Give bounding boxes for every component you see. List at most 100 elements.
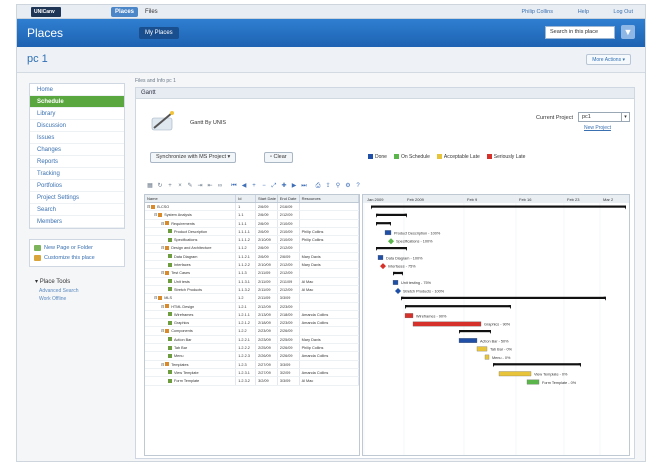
col-id[interactable]: Id (236, 195, 256, 202)
table-row[interactable]: Unit tests 1.1.3.1 2/11/09 2/11/09 Al Mac (145, 277, 359, 286)
task-name: HTML Design (171, 304, 195, 309)
start-date-cell: 2/6/09 (256, 211, 278, 219)
tab-files[interactable]: Files (141, 7, 162, 17)
fit-icon[interactable]: ⤢ (270, 182, 278, 190)
collapse-icon[interactable]: ⊟ (161, 363, 164, 367)
sidebar-item-library[interactable]: Library (30, 108, 124, 120)
next-icon[interactable]: ▶ (290, 182, 298, 190)
task-id-cell: 1.1.2 (236, 244, 257, 252)
col-resources[interactable]: Resources (300, 195, 359, 202)
user-name-link[interactable]: Philip Collins (522, 7, 554, 17)
place-tool-1[interactable]: Work Offline (35, 295, 125, 303)
delete-icon[interactable]: × (176, 182, 184, 190)
table-row[interactable]: Action Bar 1.2.2.1 2/23/09 2/25/09 Mary Davi… (145, 335, 359, 345)
table-row[interactable]: Interfaces 1.1.2.2 2/10/09 2/12/09 Mary Davi… (145, 261, 359, 270)
legend-item: Seriously Late (486, 154, 525, 160)
clear-button[interactable]: ▫ Clear (264, 152, 293, 163)
sidebar-item-issues[interactable]: Issues (30, 132, 124, 144)
end-date-cell: 2/26/09 (278, 344, 300, 352)
collapse-icon[interactable]: ⊟ (154, 213, 157, 217)
last-icon[interactable]: ⏭ (300, 182, 308, 190)
col-end-date[interactable]: End Date (278, 195, 300, 202)
customize-icon (34, 255, 41, 261)
sidebar-item-reports[interactable]: Reports (30, 156, 124, 168)
sidebar-item-tracking[interactable]: Tracking (30, 168, 124, 180)
end-date-cell: 2/23/09 (278, 319, 300, 327)
end-date-cell: 2/10/09 (278, 219, 300, 227)
start-date-cell: 2/23/09 (256, 335, 278, 344)
table-row[interactable]: ⊟ Requirements 1.1.1 2/6/09 2/10/09 (145, 219, 359, 228)
table-row[interactable]: ⊟ System Analysis 1.1 2/6/09 2/12/09 (145, 211, 359, 220)
table-row[interactable]: Form Template 1.2.3.2 3/2/09 3/3/09 Al Mac (145, 377, 359, 386)
table-row[interactable]: ⊟ Templates 1.2.3 2/27/09 3/3/09 (145, 360, 359, 369)
current-project-select[interactable]: pc1 ▾ (578, 112, 630, 122)
sidebar-link-1[interactable]: Customize this place (34, 253, 120, 263)
place-tool-0[interactable]: Advanced Search (35, 287, 125, 295)
table-row[interactable]: Tab Bar 1.2.2.2 2/25/09 2/26/09 Philip Colli… (145, 344, 359, 353)
edit-icon[interactable]: ✎ (186, 182, 194, 190)
help-link[interactable]: Help (578, 7, 589, 17)
collapse-icon[interactable]: ⊟ (161, 222, 164, 226)
zoom-in-icon[interactable]: + (250, 182, 258, 190)
filter-icon[interactable]: ⚲ (334, 182, 342, 190)
sidebar-item-discussion[interactable]: Discussion (30, 120, 124, 132)
table-row[interactable]: Menu 1.2.2.3 2/26/09 2/26/09 Amanda Collins (145, 352, 359, 361)
start-date-cell: 2/6/09 (256, 244, 278, 252)
collapse-icon[interactable]: ⊟ (161, 305, 164, 309)
sidebar-item-portfolios[interactable]: Portfolios (30, 180, 124, 192)
resources-cell (300, 211, 359, 219)
table-row[interactable]: Wireframes 1.2.1.1 2/13/09 2/18/09 Amanda Co… (145, 310, 359, 320)
my-places-button[interactable]: My Places (139, 27, 179, 39)
more-actions-button[interactable]: More Actions ▾ (586, 54, 631, 65)
col-name[interactable]: Name (145, 195, 237, 202)
start-date-cell: 2/11/09 (256, 277, 278, 285)
table-row[interactable]: Specifications 1.1.1.2 2/10/09 2/10/09 Phili… (145, 236, 359, 245)
table-row[interactable]: View Template 1.2.3.1 2/27/09 3/2/09 Amanda … (145, 368, 359, 378)
search-input[interactable]: Search in this place (545, 26, 615, 39)
table-row[interactable]: ⊟ Components 1.2.2 2/23/09 2/26/09 (145, 327, 359, 336)
sidebar-item-members[interactable]: Members (30, 216, 124, 228)
table-row[interactable]: Data Diagram 1.1.2.1 2/6/09 2/6/09 Mary Davi… (145, 252, 359, 262)
sync-ms-project-button[interactable]: Synchronize with MS Project ▾ (150, 152, 237, 163)
new-project-link[interactable]: New Project (584, 125, 611, 131)
sidebar-link-0[interactable]: New Page or Folder (34, 243, 120, 253)
add-icon[interactable]: + (166, 182, 174, 190)
first-icon[interactable]: ⏮ (230, 182, 238, 190)
outdent-icon[interactable]: ⇤ (206, 182, 214, 190)
task-icon (168, 279, 172, 284)
collapse-icon[interactable]: ⊟ (161, 246, 164, 250)
table-row[interactable]: Product Description 1.1.1.1 2/6/09 2/10/09 P… (145, 227, 359, 237)
table-row[interactable]: ⊟ Test Cases 1.1.3 2/11/09 2/12/09 (145, 269, 359, 278)
zoom-out-icon[interactable]: − (260, 182, 268, 190)
tab-places[interactable]: Places (111, 7, 139, 17)
filter-icon[interactable]: ▼ (621, 25, 635, 39)
col-start-date[interactable]: Start Date (256, 195, 278, 202)
indent-icon[interactable]: ⇥ (196, 182, 204, 190)
grid-icon[interactable]: ▦ (146, 182, 154, 190)
sidebar-item-home[interactable]: Home (30, 84, 124, 96)
help-icon[interactable]: ? (354, 182, 362, 190)
table-row[interactable]: ⊟ MLS 1.2 2/11/09 3/3/09 (145, 294, 359, 303)
settings-icon[interactable]: ⚙ (344, 182, 352, 190)
collapse-icon[interactable]: ⊟ (161, 329, 164, 333)
prev-icon[interactable]: ◀ (240, 182, 248, 190)
logout-link[interactable]: Log Out (613, 7, 633, 17)
collapse-icon[interactable]: ⊟ (154, 296, 157, 300)
collapse-icon[interactable]: ⊟ (161, 271, 164, 275)
sidebar-item-schedule[interactable]: Schedule (30, 96, 124, 108)
table-row[interactable]: ⊟ HTML Design 1.2.1 2/12/09 2/23/09 (145, 302, 359, 311)
table-row[interactable]: Graphics 1.2.1.2 2/18/09 2/23/09 Amanda Coll… (145, 319, 359, 328)
link-icon[interactable]: ∞ (216, 182, 224, 190)
collapse-icon[interactable]: ⊟ (147, 205, 150, 209)
export-icon[interactable]: ⇪ (324, 182, 332, 190)
sidebar-item-project-settings[interactable]: Project Settings (30, 192, 124, 204)
table-row[interactable]: ⊟ B-CSO 1 2/6/09 2/16/09 (145, 203, 359, 212)
refresh-icon[interactable]: ↻ (156, 182, 164, 190)
table-row[interactable]: ⊟ Design and Architecture 1.1.2 2/6/09 2/12/… (145, 244, 359, 253)
sidebar-item-changes[interactable]: Changes (30, 144, 124, 156)
print-icon[interactable]: ⎙ (314, 182, 322, 190)
expand-icon[interactable]: ✚ (280, 182, 288, 190)
table-row[interactable]: Stretch Products 1.1.3.2 2/11/09 2/12/09 Al … (145, 285, 359, 295)
task-id-cell: 1.1.3 (236, 269, 257, 277)
sidebar-item-search[interactable]: Search (30, 204, 124, 216)
